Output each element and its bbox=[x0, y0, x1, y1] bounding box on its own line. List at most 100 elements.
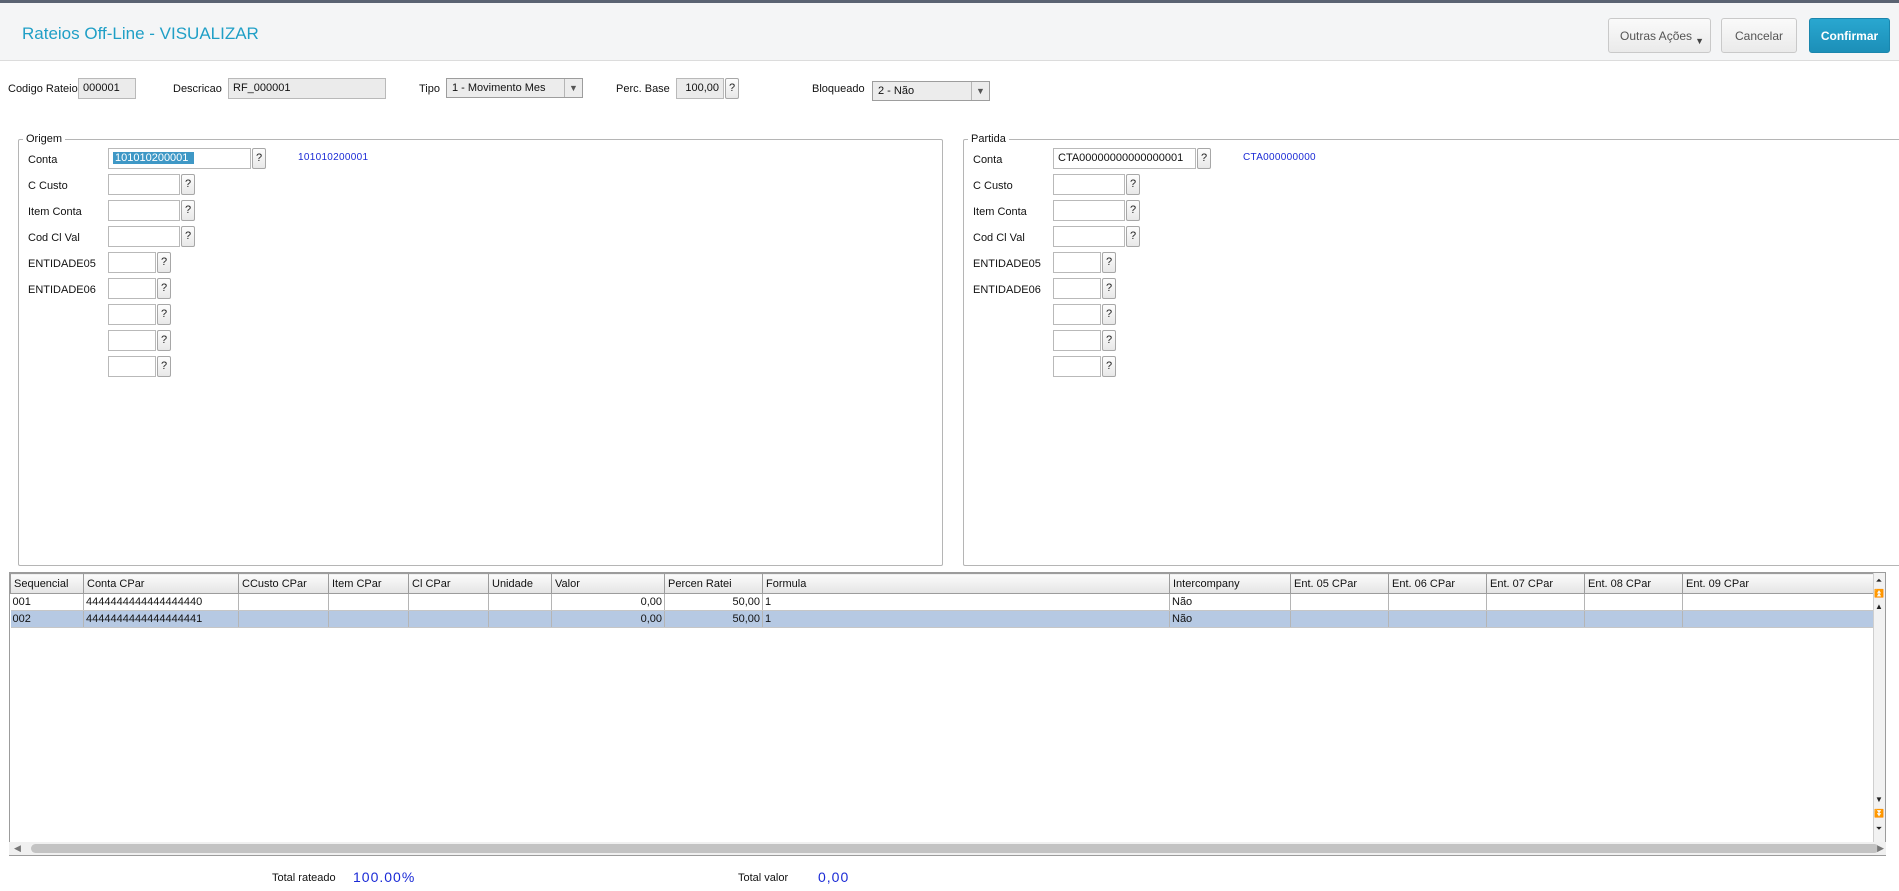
partida-codclval-field[interactable] bbox=[1053, 226, 1125, 247]
partida-itemconta-field[interactable] bbox=[1053, 200, 1125, 221]
col-ent08-cpar[interactable]: Ent. 08 CPar bbox=[1584, 573, 1683, 594]
partida-conta-help-button[interactable]: ? bbox=[1197, 148, 1211, 169]
origem-codclval-help-button[interactable]: ? bbox=[181, 226, 195, 247]
outras-acoes-label: Outras Ações bbox=[1620, 28, 1693, 43]
cell-ent09-cpar bbox=[1682, 593, 1885, 611]
partida-entidade05-label: ENTIDADE05 bbox=[973, 258, 1041, 270]
origem-entidade05-help-button[interactable]: ? bbox=[157, 252, 171, 273]
origem-entidade07-field[interactable] bbox=[108, 304, 156, 325]
cell-valor: 0,00 bbox=[551, 610, 665, 628]
origem-ccusto-field[interactable] bbox=[108, 174, 180, 195]
cell-sequencial: 001 bbox=[10, 593, 84, 611]
scroll-page-down-icon[interactable]: ⏬ bbox=[1874, 808, 1884, 820]
cell-ent09-cpar bbox=[1682, 610, 1885, 628]
partida-entidade06-field[interactable] bbox=[1053, 278, 1101, 299]
scroll-top-icon[interactable]: ⏶ bbox=[1874, 575, 1884, 587]
col-item-cpar[interactable]: Item CPar bbox=[328, 573, 409, 594]
origem-entidade08-field[interactable] bbox=[108, 330, 156, 351]
origem-entidade05-label: ENTIDADE05 bbox=[28, 258, 96, 270]
cell-formula: 1 bbox=[762, 593, 1170, 611]
scroll-page-up-icon[interactable]: ⏫ bbox=[1874, 588, 1884, 600]
partida-conta-field[interactable]: CTA00000000000000001 bbox=[1053, 148, 1196, 169]
cell-ent06-cpar bbox=[1388, 610, 1487, 628]
cell-ent05-cpar bbox=[1290, 610, 1389, 628]
grid-horizontal-scrollbar[interactable]: ◀ ▶ bbox=[9, 842, 1886, 855]
col-ent07-cpar[interactable]: Ent. 07 CPar bbox=[1486, 573, 1585, 594]
partida-entidade09-help-button[interactable]: ? bbox=[1102, 356, 1116, 377]
cell-ent06-cpar bbox=[1388, 593, 1487, 611]
col-sequencial[interactable]: Sequencial bbox=[10, 573, 84, 594]
partida-entidade08-help-button[interactable]: ? bbox=[1102, 330, 1116, 351]
total-rateado-label: Total rateado bbox=[272, 872, 336, 884]
confirm-button[interactable]: Confirmar bbox=[1809, 18, 1890, 53]
origem-itemconta-help-button[interactable]: ? bbox=[181, 200, 195, 221]
col-percen-ratei[interactable]: Percen Ratei bbox=[664, 573, 763, 594]
origem-conta-field[interactable]: 101010200001 bbox=[108, 148, 251, 169]
cancel-button[interactable]: Cancelar bbox=[1721, 18, 1797, 53]
origem-entidade05-field[interactable] bbox=[108, 252, 156, 273]
origem-codclval-field[interactable] bbox=[108, 226, 180, 247]
col-formula[interactable]: Formula bbox=[762, 573, 1170, 594]
partida-entidade08-field[interactable] bbox=[1053, 330, 1101, 351]
scroll-right-icon[interactable]: ▶ bbox=[1877, 842, 1884, 855]
descricao-label: Descricao bbox=[173, 83, 222, 95]
perc-base-label: Perc. Base bbox=[616, 83, 670, 95]
col-ent09-cpar[interactable]: Ent. 09 CPar bbox=[1682, 573, 1885, 594]
cell-unidade bbox=[488, 610, 552, 628]
partida-codclval-help-button[interactable]: ? bbox=[1126, 226, 1140, 247]
col-valor[interactable]: Valor bbox=[551, 573, 665, 594]
origem-ccusto-help-button[interactable]: ? bbox=[181, 174, 195, 195]
scroll-down-icon[interactable]: ▼ bbox=[1874, 794, 1884, 806]
horizontal-scroll-thumb[interactable] bbox=[31, 844, 1879, 853]
origem-entidade09-help-button[interactable]: ? bbox=[157, 356, 171, 377]
cell-ccusto-cpar bbox=[238, 610, 329, 628]
col-unidade[interactable]: Unidade bbox=[488, 573, 552, 594]
partida-entidade05-field[interactable] bbox=[1053, 252, 1101, 273]
partida-itemconta-help-button[interactable]: ? bbox=[1126, 200, 1140, 221]
descricao-field[interactable]: RF_000001 bbox=[228, 78, 386, 99]
perc-base-field[interactable]: 100,00 bbox=[676, 78, 724, 99]
perc-base-help-button[interactable]: ? bbox=[725, 78, 739, 99]
col-ent06-cpar[interactable]: Ent. 06 CPar bbox=[1388, 573, 1487, 594]
partida-entidade05-help-button[interactable]: ? bbox=[1102, 252, 1116, 273]
partida-entidade09-field[interactable] bbox=[1053, 356, 1101, 377]
origem-itemconta-field[interactable] bbox=[108, 200, 180, 221]
total-rateado-value: 100.00% bbox=[353, 869, 416, 885]
grid-vertical-scrollbar[interactable]: ⏶ ⏫ ▲ ▼ ⏬ ⏷ bbox=[1873, 573, 1885, 855]
origem-entidade08-help-button[interactable]: ? bbox=[157, 330, 171, 351]
origem-entidade06-help-button[interactable]: ? bbox=[157, 278, 171, 299]
bloqueado-select[interactable]: 2 - Não ▼ bbox=[872, 81, 990, 101]
col-ent05-cpar[interactable]: Ent. 05 CPar bbox=[1290, 573, 1389, 594]
scroll-left-icon[interactable]: ◀ bbox=[14, 842, 21, 855]
col-ccusto-cpar[interactable]: CCusto CPar bbox=[238, 573, 329, 594]
partida-entidade06-help-button[interactable]: ? bbox=[1102, 278, 1116, 299]
chevron-down-icon: ▼ bbox=[1695, 36, 1704, 46]
cell-valor: 0,00 bbox=[551, 593, 665, 611]
col-conta-cpar[interactable]: Conta CPar bbox=[83, 573, 239, 594]
origem-conta-label: Conta bbox=[28, 154, 58, 166]
partida-legend: Partida bbox=[968, 133, 1009, 145]
cell-ccusto-cpar bbox=[238, 593, 329, 611]
scroll-up-icon[interactable]: ▲ bbox=[1874, 601, 1884, 613]
origem-entidade06-field[interactable] bbox=[108, 278, 156, 299]
outras-acoes-button[interactable]: Outras Ações ▼ bbox=[1608, 18, 1711, 53]
origem-entidade09-field[interactable] bbox=[108, 356, 156, 377]
cell-formula: 1 bbox=[762, 610, 1170, 628]
col-cl-cpar[interactable]: Cl CPar bbox=[408, 573, 489, 594]
table-row[interactable]: 001 4444444444444444440 0,00 50,00 1 Não bbox=[10, 593, 1885, 611]
partida-entidade07-field[interactable] bbox=[1053, 304, 1101, 325]
partida-ccusto-field[interactable] bbox=[1053, 174, 1125, 195]
codigo-rateio-field[interactable]: 000001 bbox=[78, 78, 136, 99]
partida-ccusto-help-button[interactable]: ? bbox=[1126, 174, 1140, 195]
tipo-select[interactable]: 1 - Movimento Mes ▼ bbox=[446, 78, 583, 98]
cell-ent08-cpar bbox=[1584, 610, 1683, 628]
origem-entidade07-help-button[interactable]: ? bbox=[157, 304, 171, 325]
cell-unidade bbox=[488, 593, 552, 611]
rateio-grid[interactable]: Sequencial Conta CPar CCusto CPar Item C… bbox=[9, 572, 1886, 856]
table-row[interactable]: 002 4444444444444444441 0,00 50,00 1 Não bbox=[10, 610, 1885, 628]
partida-entidade07-help-button[interactable]: ? bbox=[1102, 304, 1116, 325]
col-intercompany[interactable]: Intercompany bbox=[1169, 573, 1291, 594]
scroll-bottom-icon[interactable]: ⏷ bbox=[1874, 823, 1884, 835]
origem-conta-help-button[interactable]: ? bbox=[252, 148, 266, 169]
bloqueado-label: Bloqueado bbox=[812, 83, 865, 95]
